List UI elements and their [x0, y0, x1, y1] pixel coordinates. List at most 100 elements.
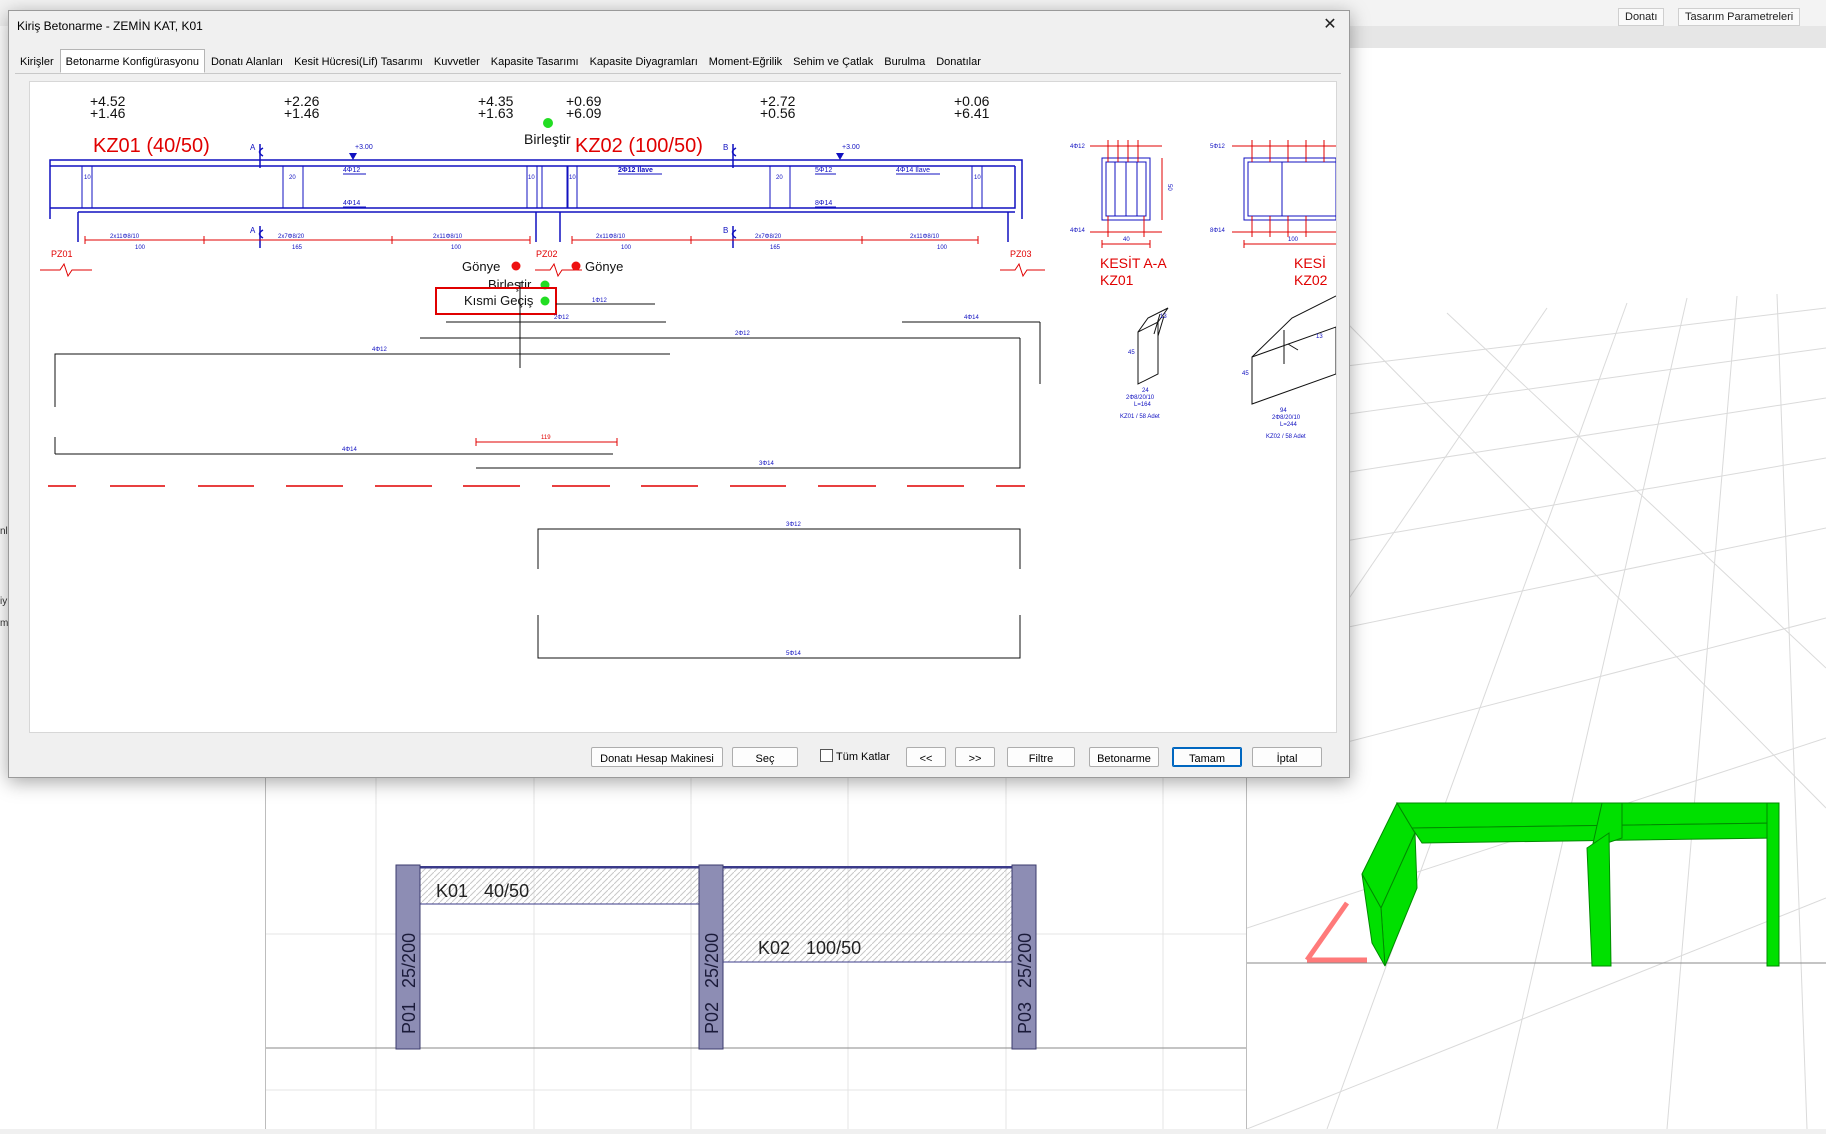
stirrup-length: 100 [135, 245, 146, 251]
rebar-calculator-button[interactable]: Donatı Hesap Makinesi [591, 747, 723, 767]
prev-button[interactable]: << [906, 747, 946, 767]
tab-sehim-catlak[interactable]: Sehim ve Çatlak [788, 51, 878, 72]
plan-beam2-name[interactable]: K02 [758, 938, 790, 958]
elevation-a: +3.00 [355, 144, 373, 151]
stirrup-length: 100 [937, 245, 948, 251]
corner-label-right[interactable]: Gönye [585, 259, 623, 274]
bar-callout: 8Φ14 [815, 200, 832, 207]
stirrup-length: 165 [770, 245, 781, 251]
stirrup-label: 2x11Φ8/10 [910, 234, 940, 240]
svg-text:P0325/200: P03 25/200 [1015, 933, 1035, 1034]
svg-text:P0225/200: P02 25/200 [702, 933, 722, 1034]
ok-button[interactable]: Tamam [1172, 747, 1242, 767]
ribbon-design-params-button[interactable]: Tasarım Parametreleri [1678, 8, 1801, 26]
reinforcement-drawing-panel[interactable]: +4.52 +1.46 +2.26 +1.46 +4.35 +1.63 +0.6… [29, 81, 1337, 733]
dim-label: 10 [528, 175, 535, 181]
moment-bot-3: +1.63 [478, 105, 514, 121]
plan-col3-size: 25/200 [1015, 933, 1035, 988]
moment-bot-6: +6.41 [954, 105, 990, 121]
partial-transition-handle[interactable] [540, 296, 550, 306]
bar-detail-label: 4Φ12 [372, 347, 387, 353]
section2-width: 100 [1288, 237, 1299, 243]
bar-detail-label: 1Φ12 [592, 298, 607, 304]
elevation-b: +3.00 [842, 144, 860, 151]
moment-bot-5: +0.56 [760, 105, 796, 121]
dim-label: 20 [289, 175, 296, 181]
select-button[interactable]: Seç [732, 747, 798, 767]
section2-title: KESİ [1294, 254, 1326, 271]
stirrup1-spec: 2Φ8/20/10 [1126, 395, 1155, 401]
corner-handle-left[interactable] [511, 261, 521, 271]
tab-moment-egrilik[interactable]: Moment-Eğrilik [704, 51, 787, 72]
tab-kapasite-diyagramlari[interactable]: Kapasite Diyagramları [585, 51, 703, 72]
filter-button[interactable]: Filtre [1007, 747, 1075, 767]
all-floors-checkbox[interactable]: Tüm Katlar [820, 749, 890, 763]
bar-detail-label: 4Φ14 [342, 447, 357, 453]
plan-col3-name[interactable]: P03 [1015, 1002, 1035, 1034]
merge-label-2[interactable]: Birleştir [488, 277, 532, 292]
beam2-label: KZ02 (100/50) [575, 135, 703, 157]
column-label: PZ03 [1010, 249, 1032, 259]
stirrup2-length: L=244 [1280, 422, 1298, 428]
moment-bot-4: +6.09 [566, 105, 602, 121]
tab-burulma[interactable]: Burulma [879, 51, 930, 72]
stirrup2-count: KZ02 / 58 Adet [1266, 434, 1306, 440]
section1-title: KESİT A-A [1100, 254, 1167, 271]
section2-beam: KZ02 [1294, 272, 1328, 288]
plan-col1-size: 25/200 [399, 933, 419, 988]
tab-kuvvetler[interactable]: Kuvvetler [429, 51, 485, 72]
merge-label-top[interactable]: Birleştir [524, 131, 571, 147]
plan-beam1-size: 40/50 [484, 881, 529, 901]
dialog-tabs: Kirişler Betonarme Konfigürasyonu Donatı… [15, 49, 1341, 74]
tab-kesit-hucresi[interactable]: Kesit Hücresi(Lif) Tasarımı [289, 51, 428, 72]
moment-bot-2: +1.46 [284, 105, 320, 121]
bar-detail-label: 4Φ14 [964, 315, 979, 321]
beam-reinforcement-dialog: Kiriş Betonarme - ZEMİN KAT, K01 ✕ Kiriş… [8, 10, 1350, 778]
bar-detail-label: 3Φ12 [786, 522, 801, 528]
section2-top-bars: 5Φ12 [1210, 144, 1225, 150]
dim-label: 10 [84, 175, 91, 181]
plan-beam1-name[interactable]: K01 [436, 881, 468, 901]
stirrup-label: 2x11Φ8/10 [110, 234, 140, 240]
stirrup-label: 2x11Φ8/10 [596, 234, 626, 240]
partial-transition-label[interactable]: Kısmi Geçiş [464, 293, 534, 308]
dim-label: 10 [569, 175, 576, 181]
bar-detail-label: 3Φ14 [759, 461, 774, 467]
tab-donatilar[interactable]: Donatılar [931, 51, 986, 72]
stirrup-label: 2x7Φ8/20 [278, 234, 305, 240]
column-label: PZ01 [51, 249, 73, 259]
stirrup-length: 100 [451, 245, 462, 251]
plan-col1-name[interactable]: P01 [399, 1002, 419, 1034]
dialog-button-row: Donatı Hesap Makinesi Seç Tüm Katlar << … [9, 747, 1349, 773]
tab-kapasite-tasarimi[interactable]: Kapasite Tasarımı [486, 51, 584, 72]
stirrup-label: 2x7Φ8/20 [755, 234, 782, 240]
stirrup-length: 100 [621, 245, 632, 251]
plan-beam2-size: 100/50 [806, 938, 861, 958]
bar-callout: 2Φ12 İlave [618, 166, 653, 174]
close-icon[interactable]: ✕ [1319, 15, 1341, 35]
section2-bottom-bars: 8Φ14 [1210, 228, 1225, 234]
section1-beam: KZ01 [1100, 272, 1134, 288]
svg-text:P0125/200: P01 25/200 [399, 933, 419, 1034]
ribbon-donati-button[interactable]: Donatı [1618, 8, 1665, 26]
stirrup2-dim-c: 94 [1280, 408, 1287, 414]
cancel-button[interactable]: İptal [1252, 747, 1322, 767]
checkbox-box[interactable] [820, 749, 833, 762]
concrete-button[interactable]: Betonarme [1089, 747, 1159, 767]
corner-label-left[interactable]: Gönye [462, 259, 500, 274]
tab-donati-alanlari[interactable]: Donatı Alanları [206, 51, 288, 72]
dialog-title: Kiriş Betonarme - ZEMİN KAT, K01 [17, 19, 203, 33]
bar-callout: 4Φ14 [343, 200, 360, 207]
edge-text: nl [0, 526, 8, 537]
dim-label: 10 [974, 175, 981, 181]
next-button[interactable]: >> [955, 747, 995, 767]
merge-handle-top[interactable] [543, 118, 553, 128]
tab-betonarme-konfigurasyonu[interactable]: Betonarme Konfigürasyonu [59, 49, 205, 73]
tab-kirisler[interactable]: Kirişler [15, 51, 59, 72]
bar-detail-label: 119 [541, 435, 551, 441]
section1-top-bars: 4Φ12 [1070, 144, 1085, 150]
dim-label: 20 [776, 175, 783, 181]
corner-handle-right[interactable] [571, 261, 581, 271]
plan-col2-name[interactable]: P02 [702, 1002, 722, 1034]
edge-text: iy [0, 596, 8, 607]
